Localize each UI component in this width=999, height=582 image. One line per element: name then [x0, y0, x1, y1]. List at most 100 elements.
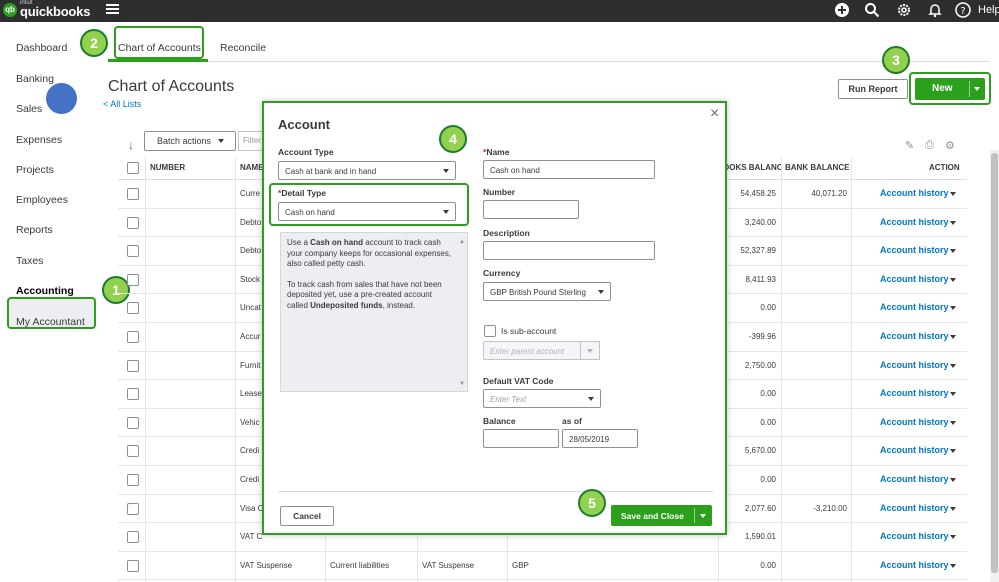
account-history-link[interactable]: Account history: [880, 474, 949, 484]
cancel-button[interactable]: Cancel: [280, 506, 334, 526]
action-caret-icon[interactable]: [950, 392, 956, 397]
header-number[interactable]: NUMBER: [150, 163, 185, 172]
cell-name[interactable]: Vehic: [240, 418, 260, 427]
row-checkbox[interactable]: [127, 331, 139, 343]
row-checkbox[interactable]: [127, 531, 139, 544]
currency-select[interactable]: GBP British Pound Sterling: [483, 282, 611, 301]
plus-icon[interactable]: [834, 2, 850, 18]
account-history-link[interactable]: Account history: [880, 274, 949, 284]
tab-reconcile[interactable]: Reconcile: [220, 42, 266, 54]
sidebar-item-banking[interactable]: Banking: [16, 73, 54, 85]
action-caret-icon[interactable]: [950, 335, 956, 339]
cell-name[interactable]: Accur: [240, 332, 260, 341]
header-name[interactable]: NAME: [240, 163, 264, 172]
search-icon[interactable]: [864, 2, 880, 18]
action-caret-icon[interactable]: [950, 420, 956, 425]
account-history-link[interactable]: Account history: [880, 360, 949, 370]
action-caret-icon[interactable]: [950, 449, 956, 454]
sidebar-item-my-accountant[interactable]: My Accountant: [16, 316, 85, 328]
tab-chart-of-accounts[interactable]: Chart of Accounts: [118, 42, 201, 54]
account-history-link[interactable]: Account history: [880, 531, 949, 541]
help-link[interactable]: Help: [978, 4, 999, 16]
action-caret-icon[interactable]: [950, 192, 956, 196]
sidebar-item-expenses[interactable]: Expenses: [16, 134, 62, 146]
account-history-link[interactable]: Account history: [880, 188, 949, 198]
action-caret-icon[interactable]: [950, 363, 956, 368]
quickbooks-logo-icon[interactable]: qb: [3, 3, 17, 17]
sidebar-item-sales[interactable]: Sales: [16, 103, 42, 115]
new-button[interactable]: New: [915, 78, 985, 100]
sub-account-label[interactable]: Is sub-account: [501, 326, 556, 336]
row-checkbox[interactable]: [127, 302, 139, 315]
number-input[interactable]: [483, 200, 579, 219]
cell-name[interactable]: Debto: [240, 246, 261, 255]
row-checkbox[interactable]: [127, 474, 139, 486]
description-input[interactable]: [483, 241, 655, 260]
row-checkbox[interactable]: [127, 502, 139, 515]
sidebar-item-employees[interactable]: Employees: [16, 194, 68, 206]
name-input[interactable]: Cash on hand: [483, 160, 655, 179]
row-checkbox[interactable]: [127, 388, 139, 401]
action-caret-icon[interactable]: [950, 563, 956, 568]
row-checkbox[interactable]: [127, 359, 139, 372]
sidebar-item-projects[interactable]: Projects: [16, 164, 54, 176]
close-icon[interactable]: ×: [710, 105, 719, 123]
scroll-up-icon[interactable]: ▲: [459, 237, 465, 248]
sidebar-item-accounting[interactable]: Accounting: [16, 285, 74, 297]
account-history-link[interactable]: Account history: [880, 217, 949, 227]
sort-arrow-icon[interactable]: ↓: [128, 138, 134, 152]
detail-type-select[interactable]: Cash on hand: [278, 202, 456, 221]
cell-name[interactable]: Lease: [240, 389, 262, 398]
gear-icon[interactable]: [896, 2, 912, 18]
save-and-close-button[interactable]: Save and Close: [611, 505, 712, 526]
save-dropdown-caret-icon[interactable]: [700, 514, 706, 518]
batch-actions-button[interactable]: Batch actions: [144, 131, 236, 151]
cell-name[interactable]: Uncat: [240, 303, 261, 312]
run-report-button[interactable]: Run Report: [838, 79, 908, 99]
vat-code-input[interactable]: Enter Text: [483, 389, 582, 408]
action-caret-icon[interactable]: [950, 277, 956, 282]
account-history-link[interactable]: Account history: [880, 503, 949, 513]
account-history-link[interactable]: Account history: [880, 302, 949, 312]
sub-account-checkbox[interactable]: [484, 325, 496, 337]
action-caret-icon[interactable]: [950, 220, 956, 225]
edit-pencil-icon[interactable]: ✎: [905, 139, 914, 152]
sidebar-item-dashboard[interactable]: Dashboard: [16, 42, 67, 54]
row-checkbox[interactable]: [127, 559, 139, 572]
cell-name[interactable]: Stock: [240, 275, 260, 284]
cell-name[interactable]: Debto: [240, 218, 261, 227]
account-history-link[interactable]: Account history: [880, 445, 949, 455]
account-history-link[interactable]: Account history: [880, 331, 949, 341]
page-scrollbar[interactable]: [990, 150, 999, 582]
row-checkbox[interactable]: [127, 216, 139, 229]
hamburger-menu-icon[interactable]: [106, 2, 119, 16]
row-checkbox[interactable]: [127, 245, 139, 258]
cell-name[interactable]: VAT Suspense: [240, 561, 292, 570]
action-caret-icon[interactable]: [950, 306, 956, 311]
account-history-link[interactable]: Account history: [880, 560, 949, 570]
sidebar-item-taxes[interactable]: Taxes: [16, 255, 43, 267]
row-checkbox[interactable]: [127, 273, 139, 286]
scroll-down-icon[interactable]: ▼: [459, 379, 465, 390]
new-dropdown-caret-icon[interactable]: [974, 87, 980, 91]
action-caret-icon[interactable]: [950, 478, 956, 482]
action-caret-icon[interactable]: [950, 249, 956, 254]
account-history-link[interactable]: Account history: [880, 245, 949, 255]
cell-name[interactable]: Visa C: [240, 504, 263, 513]
brand-name[interactable]: quickbooks: [20, 4, 90, 19]
print-icon[interactable]: ⎙: [925, 139, 934, 152]
action-caret-icon[interactable]: [950, 506, 956, 511]
cell-name[interactable]: VAT C: [240, 532, 262, 541]
sidebar-item-reports[interactable]: Reports: [16, 224, 53, 236]
settings-gear-icon[interactable]: ⚙: [945, 139, 955, 152]
balance-input[interactable]: [483, 429, 559, 448]
bell-icon[interactable]: [927, 2, 943, 18]
all-lists-link[interactable]: < All Lists: [103, 99, 141, 109]
header-qb-balance[interactable]: OOKS BALANC: [723, 163, 783, 172]
cell-name[interactable]: Credi: [240, 475, 259, 484]
cell-name[interactable]: Furnit: [240, 361, 260, 370]
row-checkbox[interactable]: [127, 445, 139, 458]
cell-name[interactable]: Curre: [240, 189, 260, 198]
header-bank-balance[interactable]: BANK BALANCE: [785, 163, 849, 172]
cell-name[interactable]: Credi: [240, 446, 259, 455]
